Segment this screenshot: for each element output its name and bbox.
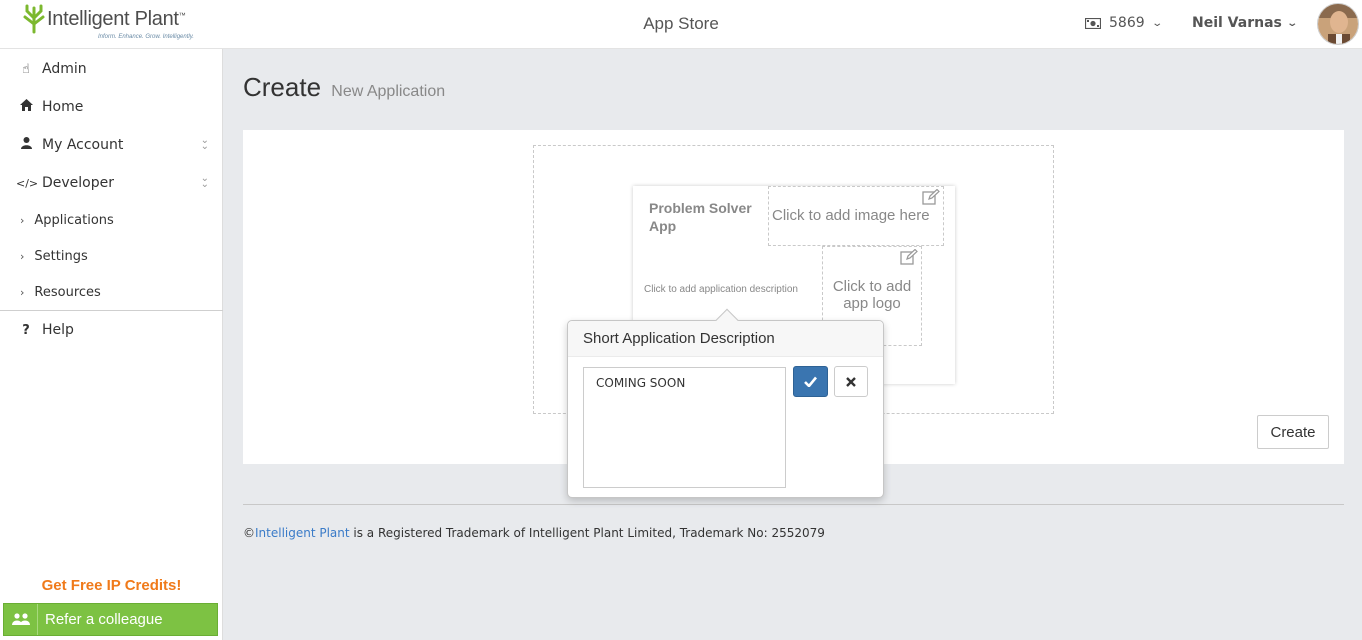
sidebar-item-admin[interactable]: ☝ Admin [0, 50, 223, 88]
sidebar: ☝ Admin Home My Account ⌄ ⌄ </> Developer… [0, 49, 223, 640]
refer-colleague-button[interactable]: Refer a colleague [3, 603, 218, 636]
chevron-down-icon: ⌄ [1150, 17, 1163, 29]
credits-dropdown[interactable]: 5869 ⌄ [1085, 15, 1163, 31]
popover-title: Short Application Description [568, 321, 883, 357]
cancel-button[interactable] [834, 366, 868, 397]
chevron-right-icon: › [20, 213, 25, 227]
sidebar-item-label: Admin [42, 61, 87, 77]
logo-placeholder-label: Click to add app logo [832, 278, 912, 312]
sidebar-subitem-settings[interactable]: › Settings [0, 238, 223, 274]
user-name: Neil Varnas [1192, 15, 1282, 31]
user-icon [16, 137, 36, 153]
sidebar-subitem-resources[interactable]: › Resources [0, 274, 223, 310]
sidebar-item-label: Help [42, 322, 74, 338]
code-icon: </> [16, 176, 39, 190]
sidebar-item-label: Home [42, 99, 84, 115]
footer-divider [243, 504, 1344, 505]
user-menu[interactable]: Neil Varnas ⌄ [1192, 15, 1298, 31]
sidebar-subitem-applications[interactable]: › Applications [0, 202, 223, 238]
users-icon [4, 604, 38, 635]
app-title: App Store [643, 14, 719, 33]
credits-value: 5869 [1109, 15, 1145, 31]
sidebar-subitem-label: Applications [34, 212, 114, 228]
double-chevron-down-icon: ⌄ ⌄ [200, 173, 209, 190]
brand-tagline: Inform. Enhance. Grow. Intelligently. [98, 34, 194, 40]
sidebar-item-label: Developer [42, 175, 115, 191]
hand-pointer-icon: ☝ [22, 61, 30, 77]
chevron-right-icon: › [20, 249, 25, 263]
checkmark-icon [804, 376, 817, 387]
image-placeholder-label: Click to add image here [772, 207, 930, 224]
footer-link[interactable]: Intelligent Plant [255, 526, 350, 540]
avatar-image [1318, 4, 1358, 44]
sidebar-item-help[interactable]: ? Help [0, 311, 223, 349]
chevron-down-icon: ⌄ [1286, 17, 1298, 29]
page-title: Create New Application [243, 72, 446, 102]
home-icon [16, 99, 36, 115]
sidebar-item-developer[interactable]: </> Developer ⌄ ⌄ [0, 164, 223, 202]
free-credits-label[interactable]: Get Free IP Credits! [0, 577, 223, 594]
sidebar-item-label: My Account [42, 137, 124, 153]
app-name[interactable]: Problem Solver App [649, 199, 769, 235]
app-description-placeholder[interactable]: Click to add application description [644, 283, 804, 297]
money-icon [1085, 17, 1101, 29]
description-popover: Short Application Description COMING SOO… [567, 308, 884, 498]
question-icon: ? [22, 322, 30, 338]
chevron-right-icon: › [20, 285, 25, 299]
confirm-button[interactable] [793, 366, 828, 397]
sidebar-subitem-label: Settings [34, 248, 88, 264]
sidebar-item-my-account[interactable]: My Account ⌄ ⌄ [0, 126, 223, 164]
tree-icon [23, 4, 45, 34]
description-textarea[interactable]: COMING SOON [583, 367, 786, 488]
refer-label: Refer a colleague [45, 611, 163, 628]
edit-icon [900, 249, 918, 265]
brand-logo[interactable]: Intelligent Plant™ Inform. Enhance. Grow… [22, 4, 202, 46]
close-icon [846, 376, 856, 387]
avatar[interactable] [1317, 3, 1359, 45]
page-subtitle: New Application [331, 83, 446, 100]
edit-icon [922, 189, 940, 205]
double-chevron-down-icon: ⌄ ⌄ [200, 135, 209, 152]
sidebar-subitem-label: Resources [34, 284, 101, 300]
footer: ©Intelligent Plant is a Registered Trade… [243, 526, 825, 540]
create-button[interactable]: Create [1257, 415, 1329, 449]
brand-name: Intelligent Plant™ [47, 8, 186, 30]
sidebar-item-home[interactable]: Home [0, 88, 223, 126]
app-image-dropzone[interactable]: Click to add image here [768, 186, 944, 246]
top-bar: Intelligent Plant™ Inform. Enhance. Grow… [0, 0, 1362, 49]
